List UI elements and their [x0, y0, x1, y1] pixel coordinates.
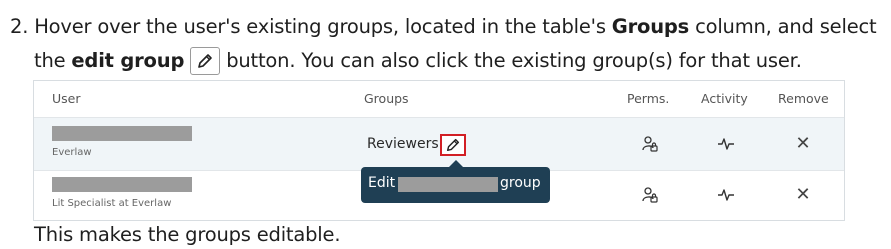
table-header: User Groups Perms. Activity Remove [34, 81, 844, 118]
instruction-text-1a: Hover over the user's existing groups, l… [34, 15, 606, 38]
header-groups[interactable]: Groups [364, 91, 409, 106]
step-number: 2. [10, 15, 29, 38]
header-perms[interactable]: Perms. [627, 91, 669, 106]
table-row: Everlaw Reviewers ✕ [34, 118, 844, 171]
instruction-line-1: 2. Hover over the user's existing groups… [10, 10, 877, 44]
instruction-line-2: the edit group button. You can also clic… [10, 44, 876, 78]
instruction-bold-edit-group: edit group [71, 49, 185, 72]
group-link-reviewers[interactable]: Reviewers [367, 136, 439, 152]
instruction-bold-groups: Groups [611, 15, 690, 38]
pencil-icon [446, 138, 460, 152]
remove-user-close-icon[interactable]: ✕ [791, 183, 815, 207]
users-table: User Groups Perms. Activity Remove Everl… [33, 80, 845, 221]
pencil-icon [198, 54, 213, 68]
header-remove[interactable]: Remove [778, 91, 829, 106]
user-subtext: Everlaw [52, 147, 92, 158]
inline-edit-group-icon [190, 47, 221, 75]
activity-icon[interactable] [714, 132, 738, 156]
redacted-tooltip-name [398, 177, 498, 192]
permissions-icon[interactable] [638, 132, 662, 156]
header-activity[interactable]: Activity [701, 91, 748, 106]
remove-user-close-icon[interactable]: ✕ [791, 132, 815, 156]
permissions-icon[interactable] [638, 183, 662, 207]
tooltip-edit-label: Edit [368, 175, 396, 191]
edit-group-button[interactable] [440, 134, 466, 156]
instruction-text-2b: button. You can also click the existing … [226, 49, 802, 72]
user-subtext: Lit Specialist at Everlaw [52, 198, 172, 209]
instruction-step: 2. Hover over the user's existing groups… [10, 10, 877, 78]
tooltip-group-label: group [500, 175, 541, 191]
activity-icon[interactable] [714, 183, 738, 207]
redacted-user-name [52, 177, 192, 192]
footer-note: This makes the groups editable. [34, 223, 341, 246]
redacted-user-name [52, 126, 192, 141]
instruction-text-1b: column, and select [695, 15, 877, 38]
instruction-text-2a: the [34, 49, 66, 72]
edit-group-tooltip: Edit group [361, 160, 550, 203]
header-user[interactable]: User [52, 91, 81, 106]
